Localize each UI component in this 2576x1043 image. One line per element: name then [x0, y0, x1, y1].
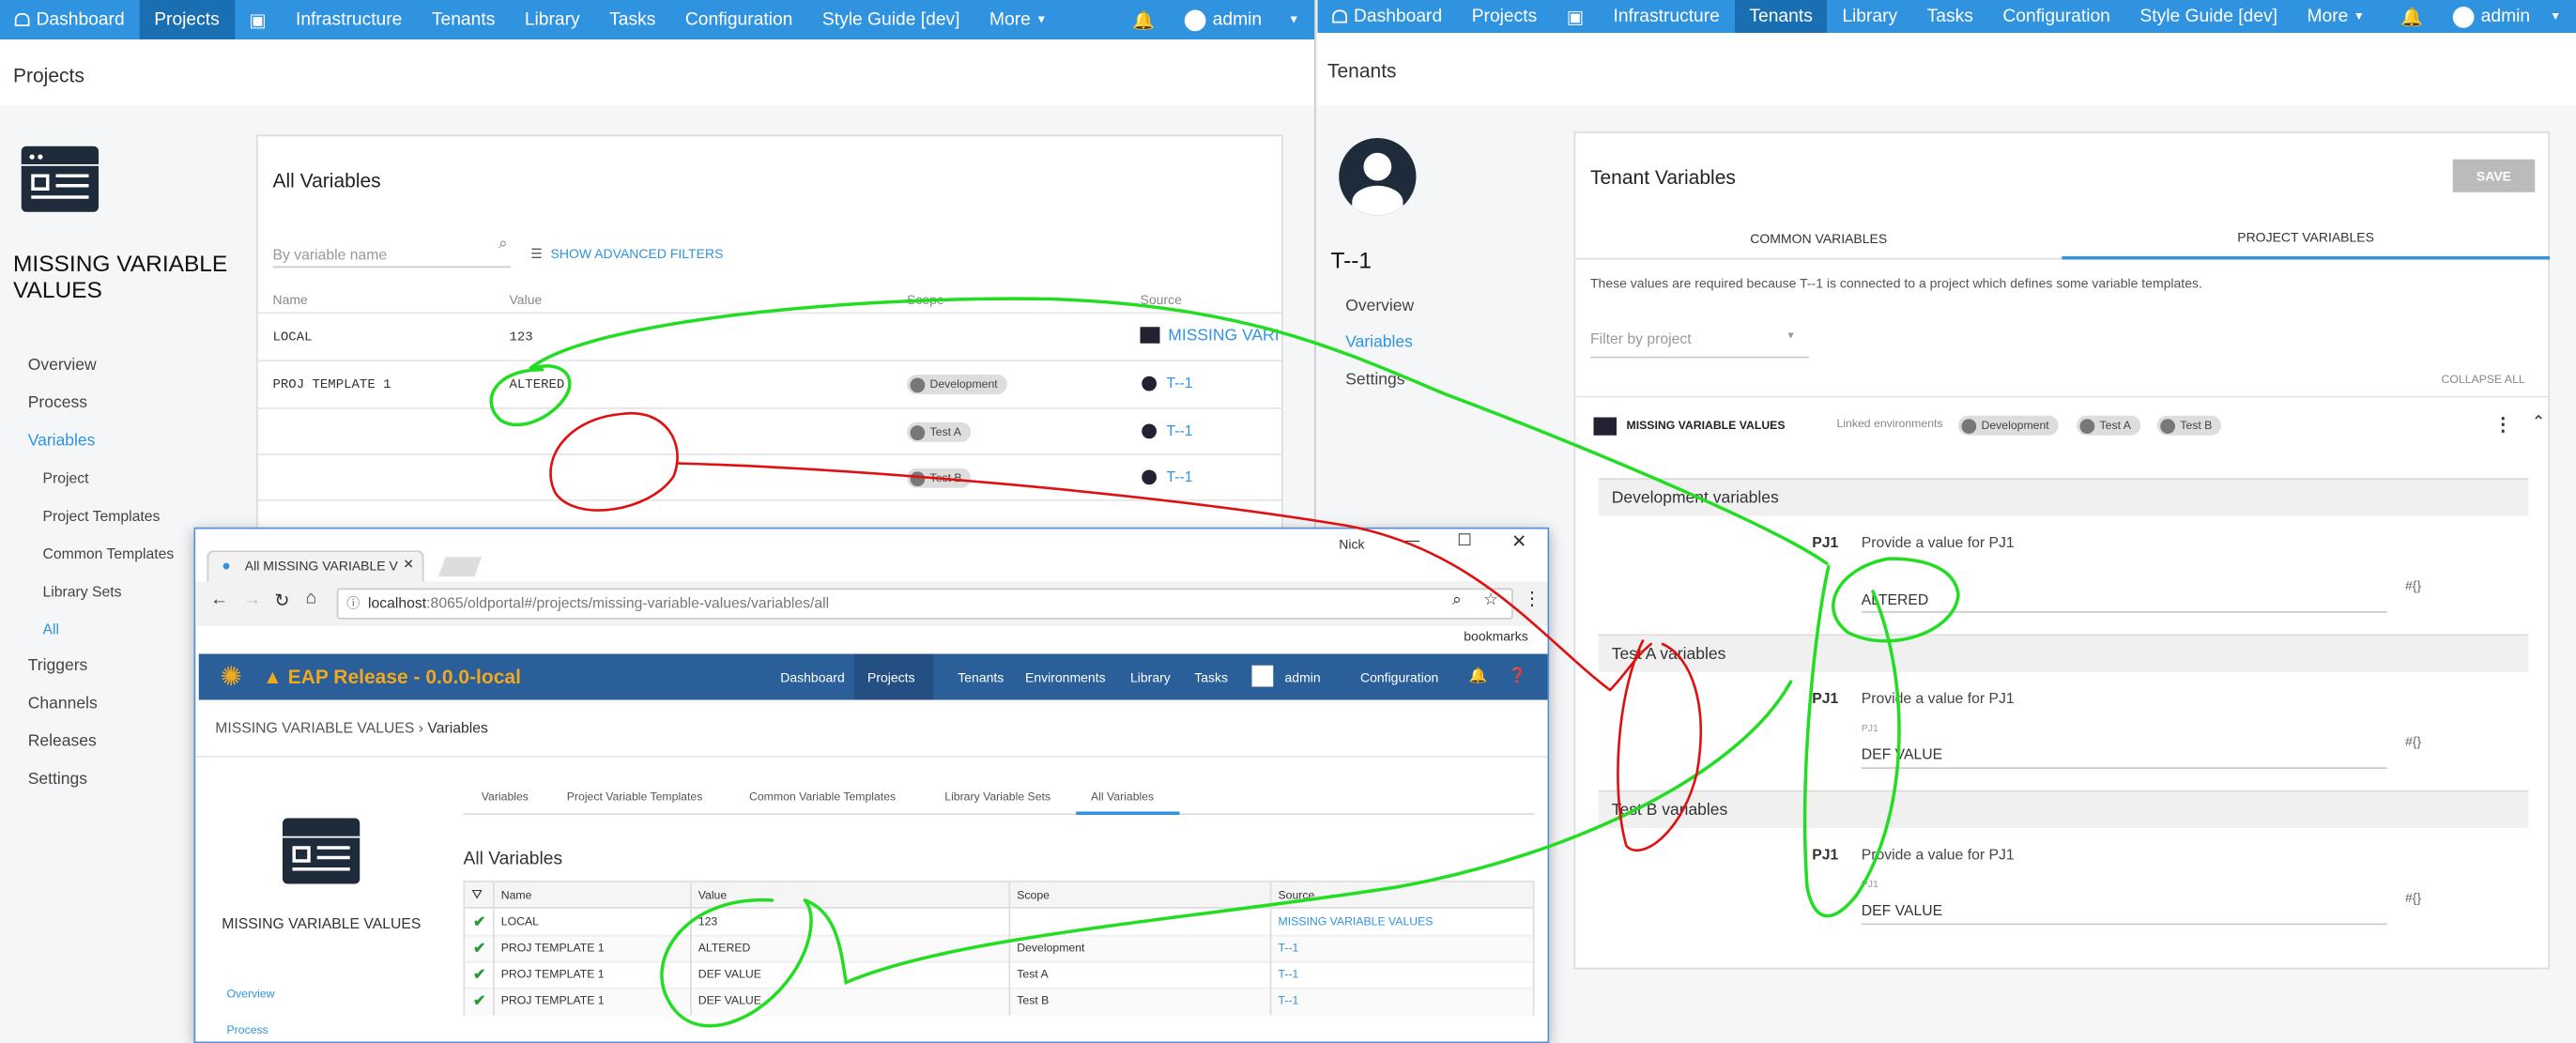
annotation-overlay — [489, 297, 1960, 1028]
red-circle-empty — [549, 411, 679, 512]
green-vertical-loop — [1802, 565, 1901, 918]
green-circle-altered-left — [489, 364, 572, 427]
red-link — [675, 462, 1653, 692]
red-circle-test — [1617, 639, 1702, 852]
green-link-left-to-right — [529, 297, 1829, 565]
green-link-bottom — [803, 680, 1793, 985]
green-circle-altered-right — [1832, 557, 1960, 643]
green-circle-bottom — [660, 898, 813, 1028]
